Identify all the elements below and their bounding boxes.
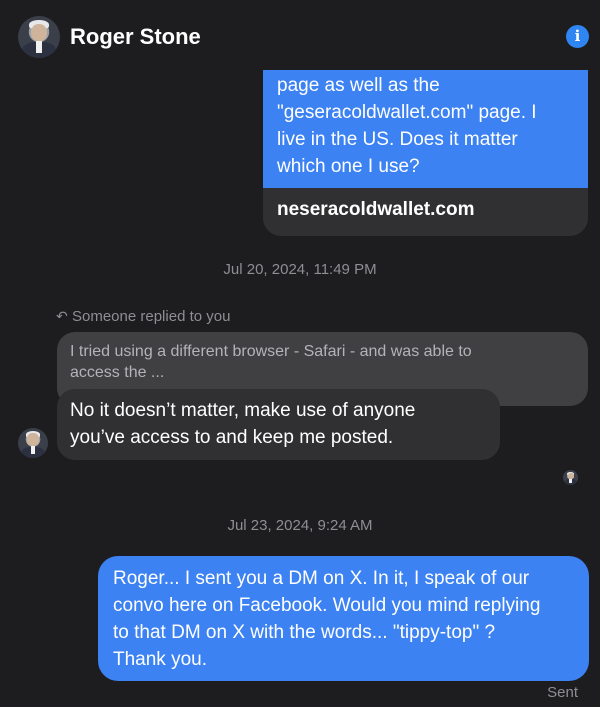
sender-avatar[interactable] xyxy=(18,428,48,458)
sent-message-bubble[interactable]: page as well as the "geseracoldwallet.co… xyxy=(263,70,588,188)
message-timestamp: Jul 23, 2024, 9:24 AM xyxy=(227,517,373,534)
sent-message-bubble[interactable]: Roger... I sent you a DM on X. In it, I … xyxy=(98,556,589,681)
reply-indicator: ↶ Someone replied to you xyxy=(56,308,230,325)
conversation-header: Roger Stone i xyxy=(0,0,600,70)
contact-name[interactable]: Roger Stone xyxy=(70,24,201,50)
contact-avatar[interactable] xyxy=(18,16,60,58)
sent-message-text: page as well as the "geseracoldwallet.co… xyxy=(277,75,537,177)
reply-label-text: Someone replied to you xyxy=(72,308,231,325)
read-receipt-avatar xyxy=(563,470,578,485)
link-preview-card[interactable]: neseracoldwallet.com xyxy=(263,188,588,236)
info-icon[interactable]: i xyxy=(566,25,589,48)
message-timestamp: Jul 20, 2024, 11:49 PM xyxy=(223,261,377,278)
quoted-message-text: I tried using a different browser - Safa… xyxy=(70,343,472,381)
received-message-bubble[interactable]: No it doesn’t matter, make use of anyone… xyxy=(57,389,500,460)
reply-arrow-icon: ↶ xyxy=(56,308,68,324)
sent-status: Sent xyxy=(547,684,578,701)
